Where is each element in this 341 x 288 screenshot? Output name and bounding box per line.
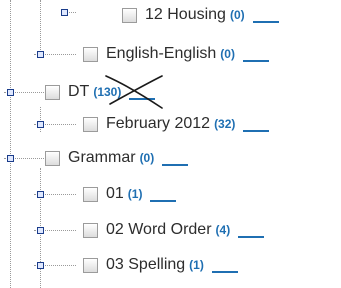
item-count: (0) (220, 47, 235, 61)
tree-item-dt: DT (130) (45, 81, 156, 103)
item-count: (130) (93, 85, 122, 99)
tree-node-dt[interactable] (7, 89, 14, 96)
item-label[interactable]: 03 Spelling (106, 256, 185, 274)
tree-item-english-english: English-English (0) (83, 43, 269, 65)
item-label[interactable]: February 2012 (106, 115, 210, 133)
item-label[interactable]: 02 Word Order (106, 221, 212, 239)
tree-guide-line (40, 107, 41, 132)
item-label[interactable]: 12 Housing (145, 6, 226, 24)
tree-guide-line (40, 0, 41, 58)
tree-item-grammar: Grammar (0) (45, 147, 189, 169)
checkbox[interactable] (83, 186, 98, 202)
tree-item-03-spelling: 03 Spelling (1) (83, 254, 238, 276)
item-label[interactable]: 01 (106, 185, 124, 203)
item-count: (1) (189, 258, 204, 272)
link-underline[interactable] (238, 236, 265, 238)
tree-item-february-2012: February 2012 (32) (83, 113, 270, 135)
checkbox[interactable] (83, 222, 98, 238)
tree-node-housing[interactable] (61, 9, 68, 16)
item-label[interactable]: Grammar (68, 149, 136, 167)
link-underline[interactable] (243, 130, 270, 132)
tree-node-february-2012[interactable] (37, 121, 44, 128)
tree-node-grammar[interactable] (7, 155, 14, 162)
link-underline[interactable] (211, 271, 238, 273)
checkbox[interactable] (122, 7, 137, 23)
tree-node-english-english[interactable] (37, 51, 44, 58)
tree-item-01: 01 (1) (83, 183, 177, 205)
checkbox[interactable] (45, 150, 60, 166)
link-underline[interactable] (129, 98, 156, 100)
tree-item-housing: 12 Housing (0) (122, 4, 279, 26)
item-label[interactable]: DT (68, 83, 89, 101)
item-label[interactable]: English-English (106, 45, 216, 63)
link-underline[interactable] (150, 200, 177, 202)
item-count: (4) (215, 223, 231, 237)
checkbox[interactable] (45, 84, 60, 100)
checkbox[interactable] (83, 257, 98, 273)
checkbox[interactable] (83, 116, 98, 132)
checkbox[interactable] (83, 46, 98, 62)
link-underline[interactable] (242, 60, 269, 62)
tree-node-01[interactable] (37, 191, 44, 198)
item-count: (0) (229, 8, 245, 22)
item-count: (1) (127, 187, 143, 201)
tree-node-03-spelling[interactable] (37, 262, 44, 269)
link-underline[interactable] (162, 164, 189, 166)
tree-item-02-word-order: 02 Word Order (4) (83, 219, 265, 241)
tree-guide-line (10, 0, 11, 288)
item-count: (0) (139, 151, 155, 165)
link-underline[interactable] (252, 21, 279, 23)
item-count: (32) (214, 117, 236, 131)
tree-node-02-word-order[interactable] (37, 227, 44, 234)
category-tree: 12 Housing (0) English-English (0) DT (1… (0, 0, 341, 288)
